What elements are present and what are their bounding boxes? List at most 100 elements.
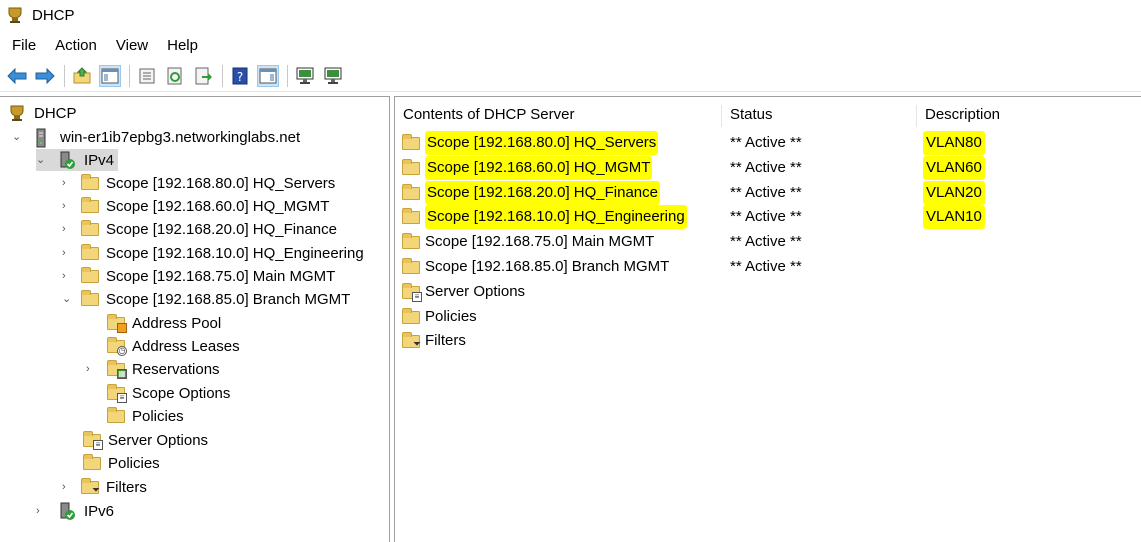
menu-help[interactable]: Help	[167, 37, 198, 54]
tree-item-filters[interactable]: › ⏷ Filters	[62, 476, 147, 498]
show-action-pane-icon[interactable]	[257, 64, 279, 87]
tree-item-scope[interactable]: › Scope [192.168.60.0] HQ_MGMT	[62, 195, 329, 217]
back-arrow-icon[interactable]	[6, 65, 28, 87]
help-icon[interactable]: ?	[229, 65, 251, 87]
export-list-icon[interactable]	[192, 65, 214, 87]
tree-label: Scope [192.168.85.0] Branch MGMT	[106, 290, 351, 308]
tree-item-address-leases[interactable]: ◷ Address Leases	[106, 335, 240, 357]
list-item-name: Scope [192.168.75.0] Main MGMT	[425, 233, 655, 251]
tree-item-scope[interactable]: ⌄ Scope [192.168.85.0] Branch MGMT	[62, 288, 350, 310]
toolbar-separator	[222, 64, 223, 87]
list-item[interactable]: Scope [192.168.80.0] HQ_Servers ** Active…	[395, 131, 1141, 155]
list-item-name: Scope [192.168.85.0] Branch MGMT	[425, 258, 670, 275]
toolbar-separator	[129, 64, 130, 87]
server-options-icon: ≡	[82, 431, 103, 450]
chevron-down-icon[interactable]: ⌄	[12, 132, 22, 143]
authorize-server-icon[interactable]	[322, 65, 344, 87]
reservations-icon: ▦	[106, 360, 127, 379]
tree-label: Scope [192.168.20.0] HQ_Finance	[106, 220, 337, 238]
server-icon	[34, 128, 54, 148]
list-item[interactable]: Scope [192.168.60.0] HQ_MGMT ** Active **…	[395, 155, 1141, 180]
details-pane: Contents of DHCP Server Status Descripti…	[394, 96, 1141, 542]
chevron-right-icon[interactable]: ›	[62, 224, 72, 235]
chevron-down-icon[interactable]: ⌄	[36, 155, 46, 166]
list-item-name-cell: Scope [192.168.85.0] Branch MGMT	[401, 255, 669, 279]
tree-item-policies[interactable]: Policies	[82, 452, 160, 474]
tree-label: Scope [192.168.80.0] HQ_Servers	[106, 174, 336, 192]
folder-icon	[80, 267, 100, 285]
list-item-name: Scope [192.168.10.0] HQ_Engineering	[425, 205, 687, 230]
toolbar-separator	[287, 64, 288, 87]
list-item[interactable]: ≡ Server Options	[395, 280, 1141, 304]
chevron-down-icon[interactable]: ⌄	[62, 294, 72, 305]
tree-item-scope-options[interactable]: ≡ Scope Options	[106, 382, 230, 404]
tree-label: Filters	[106, 478, 147, 496]
folder-icon	[401, 208, 421, 226]
chevron-right-icon[interactable]: ›	[62, 201, 72, 212]
chevron-right-icon[interactable]: ›	[36, 506, 46, 517]
tree-item-server-options[interactable]: ≡ Server Options	[82, 429, 208, 451]
menu-file[interactable]: File	[12, 37, 36, 54]
tree-item-reservations[interactable]: › ▦ Reservations	[86, 358, 220, 380]
tree-label: IPv6	[84, 502, 115, 520]
list-item-name-cell: Policies	[401, 305, 477, 329]
chevron-right-icon[interactable]: ›	[62, 178, 72, 189]
tree-label: Policies	[108, 454, 160, 472]
column-header-status[interactable]: Status	[722, 103, 773, 127]
tree-label: Server Options	[108, 431, 209, 449]
tree-item-ipv6[interactable]: › IPv6	[36, 500, 114, 522]
list-header: Contents of DHCP Server Status Descripti…	[395, 103, 1141, 127]
menu-view[interactable]: View	[116, 37, 148, 54]
dhcp-icon	[8, 104, 28, 122]
tree-item-scope-policies[interactable]: Policies	[106, 405, 184, 427]
tree-item-scope[interactable]: › Scope [192.168.80.0] HQ_Servers	[62, 172, 335, 194]
refresh-icon[interactable]	[164, 65, 186, 87]
console-tree: DHCP ⌄ win-er1ib7epbg3.networkinglabs.ne…	[0, 96, 390, 542]
show-hide-tree-icon[interactable]	[99, 64, 121, 87]
chevron-right-icon[interactable]: ›	[86, 364, 96, 375]
display-statistics-icon[interactable]	[294, 65, 316, 87]
list-item-name: Scope [192.168.80.0] HQ_Servers	[425, 131, 659, 155]
list-item-description: VLAN10	[923, 205, 985, 230]
tree-item-scope[interactable]: › Scope [192.168.20.0] HQ_Finance	[62, 218, 337, 240]
policies-icon	[401, 307, 421, 326]
properties-icon[interactable]	[136, 65, 158, 87]
filter-icon: ⏷	[80, 478, 100, 496]
list-item-name: Scope [192.168.20.0] HQ_Finance	[425, 180, 660, 205]
list-item[interactable]: Scope [192.168.75.0] Main MGMT ** Active …	[395, 230, 1141, 254]
tree-item-scope[interactable]: › Scope [192.168.10.0] HQ_Engineering	[62, 242, 364, 264]
tree-item-address-pool[interactable]: Address Pool	[106, 312, 221, 334]
list-item[interactable]: Policies	[395, 305, 1141, 329]
tree-label: Scope [192.168.10.0] HQ_Engineering	[106, 244, 364, 262]
chevron-right-icon[interactable]: ›	[62, 248, 72, 259]
list-item-name-cell: Scope [192.168.60.0] HQ_MGMT	[401, 155, 653, 180]
policies-icon	[82, 454, 102, 472]
chevron-right-icon[interactable]: ›	[62, 482, 72, 493]
list-item[interactable]: Scope [192.168.85.0] Branch MGMT ** Activ…	[395, 255, 1141, 279]
tree-item-scope[interactable]: › Scope [192.168.75.0] Main MGMT	[62, 265, 335, 287]
tree-item-ipv4[interactable]: ⌄ IPv4	[36, 149, 119, 171]
list-item-status: ** Active **	[730, 258, 802, 275]
list-item-name-cell: Scope [192.168.75.0] Main MGMT	[401, 230, 654, 254]
tree-item-server[interactable]: ⌄ win-er1ib7epbg3.networkinglabs.net	[12, 126, 300, 148]
folder-icon	[80, 244, 100, 262]
tree-label: Scope [192.168.75.0] Main MGMT	[106, 267, 336, 285]
list-item-name-cell: ⏷ Filters	[401, 329, 466, 353]
list-item-name-cell: Scope [192.168.80.0] HQ_Servers	[401, 131, 659, 155]
list-item-name-cell: Scope [192.168.10.0] HQ_Engineering	[401, 205, 687, 230]
list-item[interactable]: Scope [192.168.20.0] HQ_Finance ** Active…	[395, 180, 1141, 205]
list-item[interactable]: ⏷ Filters	[395, 329, 1141, 353]
menu-action[interactable]: Action	[55, 37, 97, 54]
list-item[interactable]: Scope [192.168.10.0] HQ_Engineering ** Ac…	[395, 205, 1141, 230]
filter-icon: ⏷	[401, 332, 421, 350]
forward-arrow-icon[interactable]	[34, 65, 56, 87]
chevron-right-icon[interactable]: ›	[62, 271, 72, 282]
column-header-description[interactable]: Description	[917, 103, 1000, 127]
tree-label: Reservations	[132, 360, 220, 378]
column-header-contents[interactable]: Contents of DHCP Server	[395, 103, 574, 127]
address-pool-icon	[106, 314, 127, 333]
up-folder-icon[interactable]	[71, 65, 93, 87]
scope-options-icon: ≡	[106, 384, 127, 403]
list-item-name-cell: Scope [192.168.20.0] HQ_Finance	[401, 180, 660, 205]
tree-item-dhcp-root[interactable]: DHCP	[8, 102, 77, 124]
